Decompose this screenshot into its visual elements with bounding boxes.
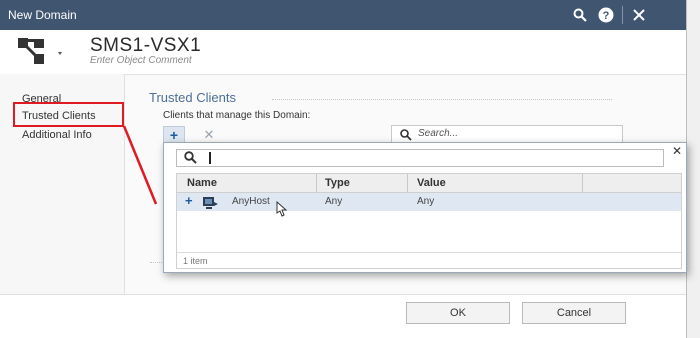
object-name[interactable]: SMS1-VSX1: [90, 35, 201, 57]
row-type: Any: [325, 196, 343, 207]
column-separator: [316, 174, 317, 192]
popup-search-input[interactable]: [176, 149, 664, 167]
column-separator: [407, 174, 408, 192]
column-header-value[interactable]: Value: [417, 177, 446, 189]
object-comment-field[interactable]: Enter Object Comment: [90, 55, 192, 66]
column-separator: [582, 174, 583, 192]
title-bar: New Domain ?: [0, 0, 686, 30]
table-header: Name Type Value: [177, 174, 681, 193]
object-picker-popup: ✕ Name Type Value + AnyHost Any Any 1 it…: [163, 142, 687, 273]
any-host-icon: [203, 196, 219, 214]
table-footer: 1 item: [177, 252, 681, 269]
text-caret: [209, 152, 211, 164]
ok-button[interactable]: OK: [406, 302, 510, 324]
cancel-button[interactable]: Cancel: [522, 302, 626, 324]
help-icon[interactable]: ?: [597, 6, 615, 24]
row-value: Any: [417, 196, 435, 207]
row-name: AnyHost: [232, 196, 270, 207]
svg-text:?: ?: [603, 10, 610, 22]
close-icon[interactable]: ✕: [672, 144, 682, 158]
table-row[interactable]: + AnyHost Any Any: [177, 193, 681, 211]
x-icon: ✕: [203, 127, 215, 142]
section-title: Trusted Clients: [149, 90, 236, 105]
sidebar-item-additional-info[interactable]: Additional Info: [22, 129, 92, 141]
window-title: New Domain: [8, 8, 77, 22]
domain-object-icon: [18, 38, 62, 64]
column-header-name[interactable]: Name: [187, 177, 217, 189]
item-count: 1 item: [183, 256, 208, 266]
search-icon: [184, 151, 197, 169]
plus-icon: +: [169, 127, 179, 143]
title-separator: [622, 6, 623, 24]
footer-divider: [0, 294, 686, 295]
search-icon[interactable]: [571, 6, 589, 24]
close-icon[interactable]: [630, 6, 648, 24]
highlight-box: [13, 102, 124, 127]
column-header-type[interactable]: Type: [325, 177, 350, 189]
objects-table: Name Type Value + AnyHost Any Any 1 item: [176, 173, 682, 269]
search-placeholder: Search...: [418, 128, 459, 139]
section-divider: [272, 99, 612, 100]
plus-icon[interactable]: +: [185, 193, 193, 208]
mouse-cursor-icon: [276, 201, 288, 217]
clients-label: Clients that manage this Domain:: [163, 110, 311, 121]
